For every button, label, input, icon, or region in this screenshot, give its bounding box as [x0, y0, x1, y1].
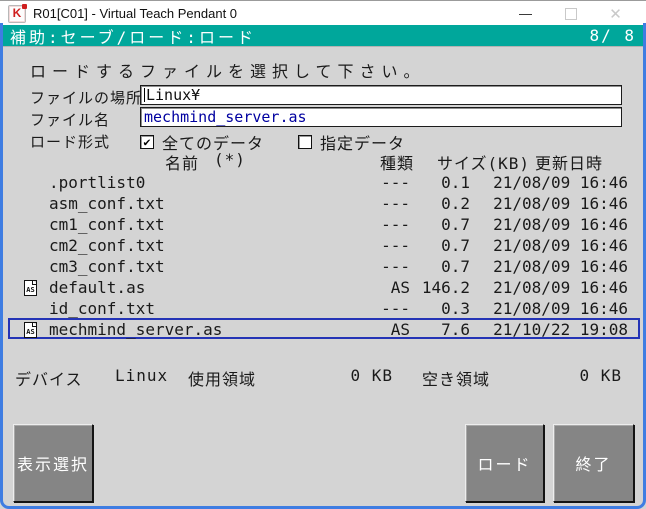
file-size: 0.3: [441, 299, 470, 318]
maximize-icon: [564, 7, 577, 20]
file-type: ---: [381, 236, 410, 255]
file-type: AS: [390, 278, 410, 297]
file-size: 0.1: [441, 173, 470, 192]
virtual-teach-pendant-window: K R01[C01] - Virtual Teach Pendant 0 — ✕…: [0, 0, 646, 509]
file-row[interactable]: id_conf.txt --- 0.3 21/08/09 16:46: [8, 297, 640, 318]
checkbox-specified-data[interactable]: [298, 135, 313, 149]
as-file-icon: AS: [24, 321, 37, 338]
titlebar: K R01[C01] - Virtual Teach Pendant 0 — ✕: [0, 0, 646, 26]
filename-input[interactable]: mechmind_server.as: [140, 107, 622, 127]
location-value: Linux¥: [146, 86, 201, 104]
used-space-value: 0 KB: [350, 366, 393, 385]
file-modified: 21/08/09 16:46: [493, 299, 628, 318]
file-icon-slot: AS: [24, 321, 49, 338]
file-modified: 21/08/09 16:46: [493, 257, 628, 276]
file-row[interactable]: .portlist0 --- 0.1 21/08/09 16:46: [8, 171, 640, 192]
file-size: 146.2: [421, 278, 470, 297]
breadcrumb: 補助:セーブ/ロード:ロード: [10, 27, 256, 47]
load-button[interactable]: ロード: [465, 424, 544, 502]
prompt-text: ロードするファイルを選択して下さい。: [30, 62, 426, 81]
file-size: 7.6: [441, 320, 470, 339]
minimize-button[interactable]: —: [503, 1, 548, 26]
filename-value: mechmind_server.as: [144, 108, 307, 126]
file-row[interactable]: cm3_conf.txt --- 0.7 21/08/09 16:46: [8, 255, 640, 276]
column-header-modified: 更新日時: [535, 154, 604, 173]
used-space-label: 使用領域: [188, 370, 257, 389]
as-file-icon: AS: [24, 279, 37, 296]
file-icon-slot: AS: [24, 279, 49, 296]
file-type: AS: [390, 320, 410, 339]
file-row[interactable]: cm1_conf.txt --- 0.7 21/08/09 16:46: [8, 213, 640, 234]
column-header-name: 名前: [165, 154, 200, 173]
app-icon: K: [8, 3, 27, 23]
checkbox-all-data[interactable]: ✔: [140, 135, 154, 149]
file-list: .portlist0 --- 0.1 21/08/09 16:46 asm_conf.t…: [8, 171, 640, 339]
device-label: デバイス: [15, 370, 83, 389]
file-size: 0.7: [441, 236, 470, 255]
filename-label: ファイル名: [30, 111, 111, 129]
file-type: ---: [381, 215, 410, 234]
file-name: id_conf.txt: [49, 299, 155, 318]
file-name: .portlist0: [49, 173, 146, 192]
column-header-star: (*): [214, 150, 246, 169]
file-size: 0.7: [441, 215, 470, 234]
column-header-size: サイズ(KB): [437, 154, 531, 173]
file-row[interactable]: cm2_conf.txt --- 0.7 21/08/09 16:46: [8, 234, 640, 255]
file-type: ---: [381, 194, 410, 213]
exit-button[interactable]: 終了: [553, 424, 634, 502]
window-title: R01[C01] - Virtual Teach Pendant 0: [33, 6, 238, 21]
free-space-value: 0 KB: [579, 366, 622, 385]
text-caret: [144, 88, 145, 102]
location-label: ファイルの場所: [30, 89, 143, 107]
file-list-header: 名前 (*) 種類 サイズ(KB) 更新日時: [0, 150, 646, 173]
function-header: 補助:セーブ/ロード:ロード 8/ 8: [1, 25, 645, 47]
file-modified: 21/08/09 16:46: [493, 278, 628, 297]
file-name: asm_conf.txt: [49, 194, 165, 213]
file-modified: 21/08/09 16:46: [493, 194, 628, 213]
maximize-button: [548, 1, 593, 26]
file-type: ---: [381, 257, 410, 276]
file-modified: 21/08/09 16:46: [493, 215, 628, 234]
close-button: ✕: [609, 5, 622, 23]
column-header-type: 種類: [380, 154, 415, 173]
file-row[interactable]: asm_conf.txt --- 0.2 21/08/09 16:46: [8, 192, 640, 213]
file-name: default.as: [49, 278, 146, 297]
display-select-button[interactable]: 表示選択: [13, 424, 93, 502]
load-format-label: ロード形式: [30, 133, 111, 151]
file-row-selected[interactable]: AS mechmind_server.as AS 7.6 21/10/22 19:08: [8, 318, 640, 339]
file-name: mechmind_server.as: [49, 320, 223, 339]
device-status-line: デバイス Linux 使用領域 0 KB 空き領域 0 KB: [0, 366, 646, 389]
file-modified: 21/08/09 16:46: [493, 236, 628, 255]
file-modified: 21/10/22 19:08: [493, 320, 628, 339]
file-name: cm3_conf.txt: [49, 257, 165, 276]
page-indicator: 8/ 8: [589, 26, 636, 45]
file-row[interactable]: AS default.as AS 146.2 21/08/09 16:46: [8, 276, 640, 297]
device-value: Linux: [115, 366, 169, 385]
file-size: 0.7: [441, 257, 470, 276]
file-name: cm1_conf.txt: [49, 215, 165, 234]
file-type: ---: [381, 173, 410, 192]
location-input[interactable]: Linux¥: [140, 85, 622, 105]
file-modified: 21/08/09 16:46: [493, 173, 628, 192]
file-size: 0.2: [441, 194, 470, 213]
free-space-label: 空き領域: [422, 370, 491, 389]
file-name: cm2_conf.txt: [49, 236, 165, 255]
file-type: ---: [381, 299, 410, 318]
